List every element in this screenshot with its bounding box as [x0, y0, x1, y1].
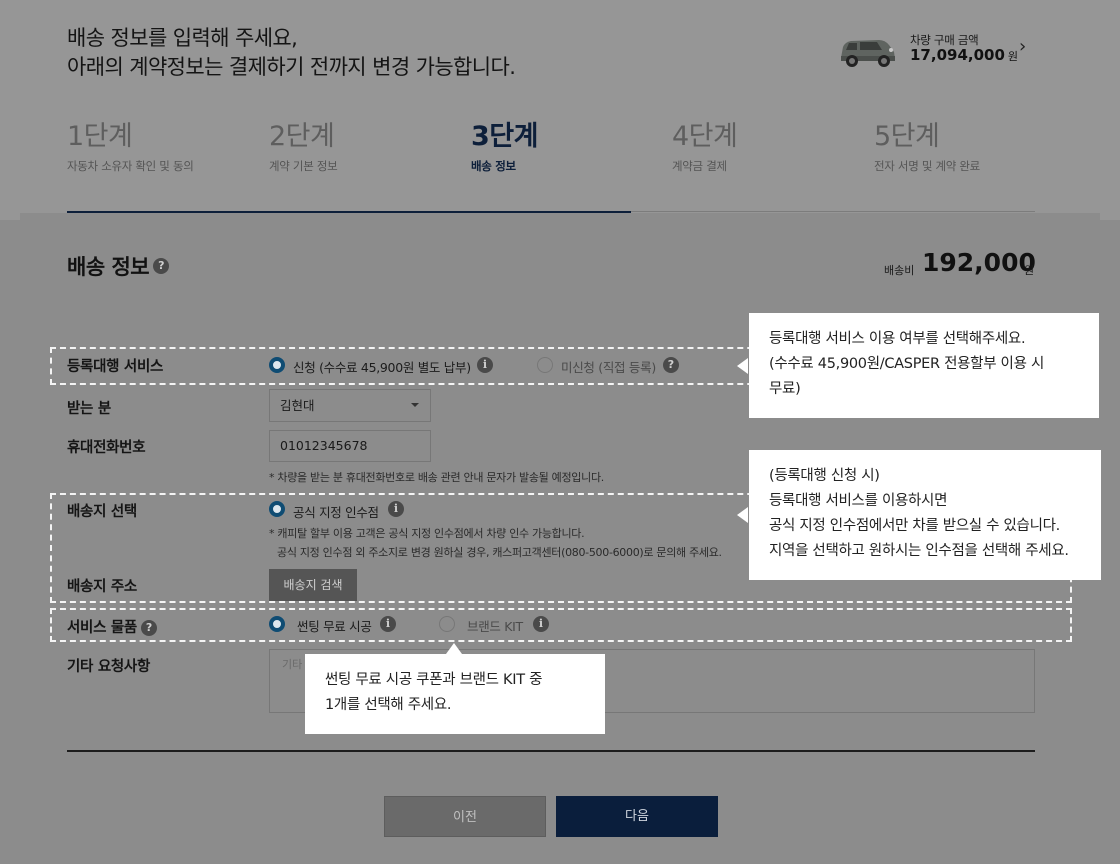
page-headline: 배송 정보를 입력해 주세요, 아래의 계약정보는 결제하기 전까지 변경 가능…: [67, 24, 516, 82]
header-band: 배송 정보를 입력해 주세요, 아래의 계약정보는 결제하기 전까지 변경 가능…: [0, 0, 1120, 220]
caret-down-icon: [411, 403, 419, 407]
recipient-select-value: 김현대: [280, 398, 315, 413]
delivery-tooltip-line-1: (등록대행 신청 시): [769, 468, 880, 484]
step-1-number: 1단계: [67, 121, 133, 152]
bottom-divider: [67, 750, 1035, 752]
registration-tooltip-line-2: (수수료 45,900원/CASPER 전용할부 이용 시: [769, 356, 1044, 372]
delivery-tooltip-line-2: 등록대행 서비스를 이용하시면: [769, 493, 948, 509]
help-icon[interactable]: ?: [153, 258, 170, 274]
service-tooltip: 썬팅 무료 시공 쿠폰과 브랜드 KIT 중 1개를 선택해 주세요.: [305, 654, 605, 734]
recipient-label: 받는 분: [67, 401, 111, 417]
registration-tooltip-line-3: 무료): [769, 381, 801, 397]
next-button[interactable]: 다음: [556, 796, 718, 837]
phone-input[interactable]: 01012345678: [269, 430, 431, 462]
step-5-number: 5단계: [874, 121, 940, 152]
step-3-number: 3단계: [471, 121, 538, 152]
prev-button[interactable]: 이전: [384, 796, 546, 837]
etc-request-placeholder: 기타: [282, 658, 303, 671]
step-3-label: 배송 정보: [471, 159, 516, 173]
step-1-label: 자동차 소유자 확인 및 동의: [67, 159, 194, 173]
section-title: 배송 정보?: [67, 251, 170, 281]
phone-label: 휴대전화번호: [67, 440, 146, 456]
delivery-fee-unit: 원: [1024, 264, 1035, 277]
tooltip-pointer: [446, 643, 462, 654]
step-5-label: 전자 서명 및 계약 완료: [874, 159, 980, 173]
headline-line-1: 배송 정보를 입력해 주세요,: [67, 26, 298, 50]
phone-note: * 차량을 받는 분 휴대전화번호로 배송 관련 안내 문자가 발송될 예정입니…: [269, 471, 604, 484]
step-2: 2단계 계약 기본 정보: [269, 118, 338, 174]
step-4-label: 계약금 결제: [672, 159, 727, 173]
purchase-price-amount: 17,094,000 원: [910, 46, 1018, 64]
tooltip-pointer: [737, 358, 748, 374]
tooltip-pointer: [737, 507, 748, 523]
step-2-number: 2단계: [269, 121, 335, 152]
phone-input-value: 01012345678: [280, 438, 368, 453]
step-5: 5단계 전자 서명 및 계약 완료: [874, 118, 980, 174]
delivery-tooltip: (등록대행 신청 시) 등록대행 서비스를 이용하시면 공식 지정 인수점에서만…: [749, 450, 1101, 580]
service-tooltip-line-2: 1개를 선택해 주세요.: [325, 697, 452, 713]
delivery-fee-label: 배송비: [884, 264, 915, 277]
service-highlight-box: [50, 608, 1072, 642]
headline-line-2: 아래의 계약정보는 결제하기 전까지 변경 가능합니다.: [67, 55, 516, 79]
delivery-fee-value: 192,000: [922, 248, 1036, 277]
service-tooltip-line-1: 썬팅 무료 시공 쿠폰과 브랜드 KIT 중: [325, 672, 543, 688]
registration-tooltip-line-1: 등록대행 서비스 이용 여부를 선택해주세요.: [769, 331, 1026, 347]
step-1: 1단계 자동차 소유자 확인 및 동의: [67, 118, 194, 174]
registration-tooltip: 등록대행 서비스 이용 여부를 선택해주세요. (수수료 45,900원/CAS…: [749, 313, 1099, 418]
step-4: 4단계 계약금 결제: [672, 118, 738, 174]
recipient-select[interactable]: 김현대: [269, 389, 431, 422]
section-title-text: 배송 정보: [67, 255, 150, 279]
purchase-price-value: 17,094,000: [910, 46, 1005, 64]
delivery-tooltip-line-3: 공식 지정 인수점에서만 차를 받으실 수 있습니다.: [769, 518, 1060, 534]
step-indicator: 1단계 자동차 소유자 확인 및 동의 2단계 계약 기본 정보 3단계 배송 …: [0, 118, 1120, 178]
etc-request-label: 기타 요청사항: [67, 659, 150, 675]
car-thumbnail-icon: [841, 40, 895, 67]
step-4-number: 4단계: [672, 121, 738, 152]
step-2-label: 계약 기본 정보: [269, 159, 338, 173]
delivery-tooltip-line-4: 지역을 선택하고 원하시는 인수점을 선택해 주세요.: [769, 543, 1069, 559]
chevron-right-icon[interactable]: ›: [1019, 36, 1026, 57]
step-3: 3단계 배송 정보: [471, 118, 538, 174]
purchase-price-unit: 원: [1007, 50, 1019, 63]
